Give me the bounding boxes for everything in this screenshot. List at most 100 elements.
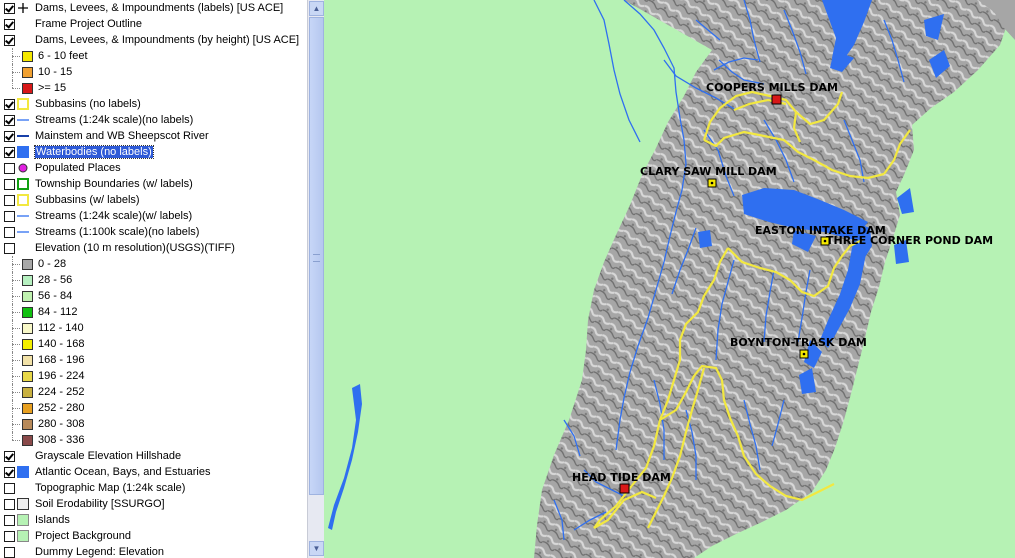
layer-row[interactable]: Waterbodies (no labels) (0, 144, 307, 160)
legend-item: 28 - 56 (0, 272, 307, 288)
layer-visibility-checkbox[interactable] (4, 243, 15, 254)
legend-label: 140 - 168 (38, 338, 85, 350)
dam-label: HEAD TIDE DAM (572, 471, 671, 484)
layer-visibility-checkbox[interactable] (4, 499, 15, 510)
map-canvas[interactable]: COOPERS MILLS DAM CLARY SAW MILL DAM EAS… (324, 0, 1015, 558)
blue-line-icon (17, 114, 29, 129)
layer-visibility-checkbox[interactable] (4, 195, 15, 206)
layer-visibility-checkbox[interactable] (4, 547, 15, 558)
layer-row[interactable]: Topographic Map (1:24k scale) (0, 480, 307, 496)
layer-row[interactable]: Grayscale Elevation Hillshade (0, 448, 307, 464)
layer-row[interactable]: Soil Erodability [SSURGO] (0, 496, 307, 512)
layer-name[interactable]: Dams, Levees, & Impoundments (labels) [U… (35, 2, 283, 14)
legend-label: 224 - 252 (38, 386, 85, 398)
layer-name[interactable]: Atlantic Ocean, Bays, and Estuaries (35, 466, 210, 478)
legend-swatch (22, 259, 33, 270)
layer-visibility-checkbox[interactable] (4, 227, 15, 238)
legend-label: 168 - 196 (38, 354, 85, 366)
layer-name[interactable]: Dams, Levees, & Impoundments (by height)… (35, 34, 299, 46)
lightgreen-fill-icon (17, 514, 29, 529)
layer-name[interactable]: Streams (1:24k scale)(w/ labels) (35, 210, 192, 222)
layer-name[interactable]: Populated Places (35, 162, 121, 174)
layer-name[interactable]: Dummy Legend: Elevation (35, 546, 164, 558)
layer-name[interactable]: Waterbodies (no labels) (34, 145, 154, 159)
blue-line-icon (17, 210, 29, 225)
layer-visibility-checkbox[interactable] (4, 483, 15, 494)
layer-row[interactable]: Streams (1:24k scale)(no labels) (0, 112, 307, 128)
layer-row[interactable]: Dams, Levees, & Impoundments (labels) [U… (0, 0, 307, 16)
legend-item: 308 - 336 (0, 432, 307, 448)
layer-row[interactable]: Mainstem and WB Sheepscot River (0, 128, 307, 144)
layer-name[interactable]: Topographic Map (1:24k scale) (35, 482, 185, 494)
dam-label: CLARY SAW MILL DAM (640, 165, 777, 178)
scroll-up-button[interactable]: ▲ (309, 1, 324, 16)
layer-name[interactable]: Grayscale Elevation Hillshade (35, 450, 181, 462)
layer-row[interactable]: Subbasins (no labels) (0, 96, 307, 112)
layer-name[interactable]: Islands (35, 514, 70, 526)
layer-visibility-checkbox[interactable] (4, 115, 15, 126)
legend-swatch (22, 83, 33, 94)
legend-item: 0 - 28 (0, 256, 307, 272)
layer-name[interactable]: Township Boundaries (w/ labels) (35, 178, 193, 190)
gray-fill-icon (17, 498, 29, 513)
legend-label: 252 - 280 (38, 402, 85, 414)
legend-swatch (22, 323, 33, 334)
legend-item: 224 - 252 (0, 384, 307, 400)
layer-visibility-checkbox[interactable] (4, 99, 15, 110)
layer-row[interactable]: Elevation (10 m resolution)(USGS)(TIFF) (0, 240, 307, 256)
legend-label: 112 - 140 (38, 322, 84, 334)
layer-visibility-checkbox[interactable] (4, 3, 15, 14)
layer-row[interactable]: Township Boundaries (w/ labels) (0, 176, 307, 192)
layer-visibility-checkbox[interactable] (4, 147, 15, 158)
legend-item: 196 - 224 (0, 368, 307, 384)
legend-label: 308 - 336 (38, 434, 85, 446)
layer-row[interactable]: Streams (1:24k scale)(w/ labels) (0, 208, 307, 224)
scroll-down-button[interactable]: ▼ (309, 541, 324, 556)
legend-label: >= 15 (38, 82, 67, 94)
layer-row[interactable]: Dams, Levees, & Impoundments (by height)… (0, 32, 307, 48)
legend-label: 6 - 10 feet (38, 50, 88, 62)
legend-item: 280 - 308 (0, 416, 307, 432)
layer-row[interactable]: Atlantic Ocean, Bays, and Estuaries (0, 464, 307, 480)
legend-swatch (22, 403, 33, 414)
legend-swatch (22, 339, 33, 350)
layer-visibility-checkbox[interactable] (4, 515, 15, 526)
legend-swatch (22, 387, 33, 398)
toc-scrollbar[interactable]: ▲ ▼ (307, 0, 324, 558)
layer-visibility-checkbox[interactable] (4, 451, 15, 462)
layer-visibility-checkbox[interactable] (4, 35, 15, 46)
layer-row[interactable]: Subbasins (w/ labels) (0, 192, 307, 208)
legend-label: 280 - 308 (38, 418, 85, 430)
layer-visibility-checkbox[interactable] (4, 467, 15, 478)
layer-name[interactable]: Project Background (35, 530, 131, 542)
yellow-outline-icon (17, 194, 29, 209)
layer-name[interactable]: Streams (1:100k scale)(no labels) (35, 226, 199, 238)
layer-name[interactable]: Streams (1:24k scale)(no labels) (35, 114, 193, 126)
legend-label: 28 - 56 (38, 274, 73, 286)
dam-marker-head-tide[interactable] (619, 483, 630, 494)
layer-row[interactable]: Islands (0, 512, 307, 528)
legend-item: 84 - 112 (0, 304, 307, 320)
legend-label: 0 - 28 (38, 258, 67, 270)
green-outline-icon (17, 178, 29, 193)
layer-name[interactable]: Subbasins (no labels) (35, 98, 141, 110)
layer-name[interactable]: Soil Erodability [SSURGO] (35, 498, 165, 510)
layer-row[interactable]: Project Background (0, 528, 307, 544)
layer-row[interactable]: Frame Project Outline (0, 16, 307, 32)
layer-visibility-checkbox[interactable] (4, 179, 15, 190)
layer-visibility-checkbox[interactable] (4, 19, 15, 30)
layer-name[interactable]: Elevation (10 m resolution)(USGS)(TIFF) (35, 242, 235, 254)
scroll-thumb[interactable] (309, 17, 324, 495)
layer-name[interactable]: Mainstem and WB Sheepscot River (35, 130, 209, 142)
layer-visibility-checkbox[interactable] (4, 163, 15, 174)
map-view[interactable]: COOPERS MILLS DAM CLARY SAW MILL DAM EAS… (324, 0, 1015, 558)
layer-name[interactable]: Frame Project Outline (35, 18, 142, 30)
layer-row[interactable]: Dummy Legend: Elevation (0, 544, 307, 558)
dam-marker-coopers-mills[interactable] (771, 94, 782, 105)
layer-visibility-checkbox[interactable] (4, 131, 15, 142)
layer-row[interactable]: Streams (1:100k scale)(no labels) (0, 224, 307, 240)
layer-row[interactable]: Populated Places (0, 160, 307, 176)
layer-name[interactable]: Subbasins (w/ labels) (35, 194, 140, 206)
layer-visibility-checkbox[interactable] (4, 531, 15, 542)
layer-visibility-checkbox[interactable] (4, 211, 15, 222)
